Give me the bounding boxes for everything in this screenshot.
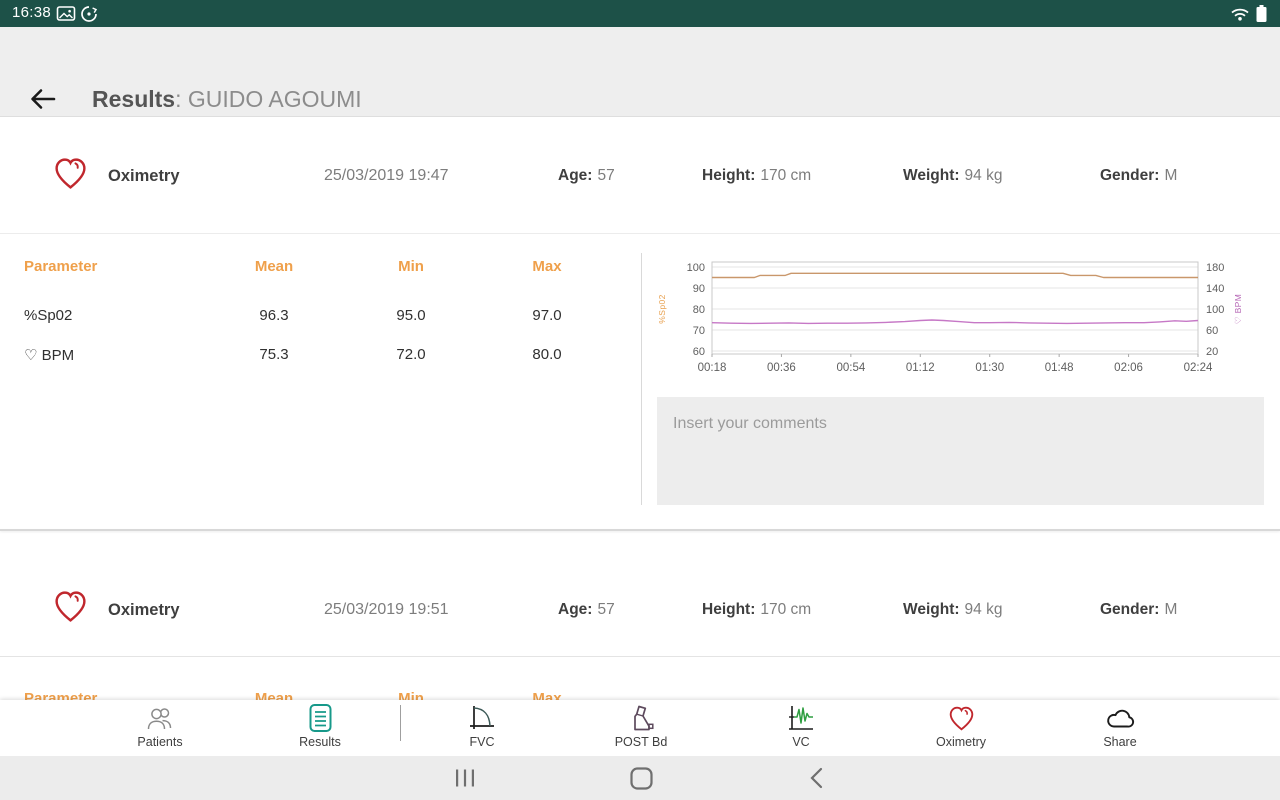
- svg-text:♡ BPM: ♡ BPM: [1233, 294, 1243, 324]
- page-title-results: Results: [92, 86, 175, 112]
- height-field: Height:170 cm: [702, 167, 811, 185]
- col-header-min: Min: [398, 258, 424, 275]
- svg-text:180: 180: [1206, 262, 1224, 274]
- svg-text:00:54: 00:54: [836, 362, 865, 374]
- test-type-label: Oximetry: [108, 601, 180, 620]
- svg-text:02:24: 02:24: [1184, 362, 1213, 374]
- svg-text:140: 140: [1206, 283, 1224, 295]
- svg-text:20: 20: [1206, 346, 1218, 358]
- nav-item-oximetry[interactable]: Oximetry: [901, 703, 1021, 749]
- back-icon[interactable]: [803, 765, 829, 791]
- heart-icon: [52, 589, 89, 629]
- status-time: 16:38: [12, 4, 51, 21]
- svg-text:100: 100: [1206, 304, 1224, 316]
- height-field: Height:170 cm: [702, 601, 811, 619]
- page-title: Results: GUIDO AGOUMI: [92, 86, 362, 113]
- mean-value: 96.3: [259, 307, 288, 324]
- nav-item-vc[interactable]: VC: [741, 703, 861, 749]
- bottom-nav: Patients Results FVC POST Bd VC Oximetry: [0, 700, 1280, 756]
- svg-text:%Sp02: %Sp02: [657, 294, 667, 323]
- test-datetime: 25/03/2019 19:47: [324, 167, 449, 185]
- svg-text:70: 70: [693, 325, 705, 337]
- status-bar: 16:38: [0, 0, 1280, 27]
- age-field: Age:57: [558, 167, 615, 185]
- app-header: Results: GUIDO AGOUMI: [0, 27, 1280, 117]
- nav-label: FVC: [470, 735, 495, 749]
- divider: [0, 656, 1280, 657]
- results-icon: [307, 703, 334, 733]
- nav-item-post-bd[interactable]: POST Bd: [581, 703, 701, 749]
- table-chart-divider: [641, 253, 642, 505]
- param-name: ♡ BPM: [24, 346, 74, 364]
- min-value: 72.0: [396, 346, 425, 363]
- nav-item-share[interactable]: Share: [1060, 703, 1180, 749]
- data-saver-icon: [80, 5, 98, 28]
- nav-divider: [400, 705, 401, 741]
- weight-field: Weight:94 kg: [903, 601, 1002, 619]
- svg-text:80: 80: [693, 304, 705, 316]
- svg-text:90: 90: [693, 283, 705, 295]
- col-header-mean: Mean: [255, 258, 293, 275]
- test-type-label: Oximetry: [108, 167, 180, 186]
- back-arrow-button[interactable]: [28, 84, 58, 114]
- svg-text:100: 100: [687, 262, 705, 274]
- nav-label: VC: [792, 735, 809, 749]
- heart-icon: [52, 156, 89, 196]
- recents-icon[interactable]: [452, 765, 478, 791]
- screenshot-icon: [56, 5, 76, 27]
- svg-text:01:30: 01:30: [975, 362, 1004, 374]
- comments-input[interactable]: [657, 397, 1264, 505]
- svg-text:01:12: 01:12: [906, 362, 935, 374]
- fvc-icon: [468, 703, 496, 733]
- svg-text:00:18: 00:18: [698, 362, 727, 374]
- col-header-parameter: Parameter: [24, 258, 97, 275]
- nav-item-patients[interactable]: Patients: [100, 703, 220, 749]
- patients-icon: [145, 703, 175, 733]
- android-nav-bar: [0, 756, 1280, 800]
- oximetry-heart-icon: [947, 703, 976, 733]
- param-name: %Sp02: [24, 307, 72, 324]
- nav-label: Share: [1103, 735, 1136, 749]
- divider: [0, 233, 1280, 234]
- max-value: 97.0: [532, 307, 561, 324]
- svg-text:00:36: 00:36: [767, 362, 796, 374]
- section-separator: [0, 529, 1280, 531]
- nav-item-results[interactable]: Results: [260, 703, 380, 749]
- page-title-patient: : GUIDO AGOUMI: [175, 86, 362, 112]
- weight-field: Weight:94 kg: [903, 167, 1002, 185]
- test-datetime: 25/03/2019 19:51: [324, 601, 449, 619]
- wifi-icon: [1230, 6, 1250, 27]
- mean-value: 75.3: [259, 346, 288, 363]
- gender-field: Gender:M: [1100, 167, 1177, 185]
- nav-label: Patients: [137, 735, 182, 749]
- post-bd-icon: [627, 703, 655, 733]
- gender-field: Gender:M: [1100, 601, 1177, 619]
- min-value: 95.0: [396, 307, 425, 324]
- svg-text:02:06: 02:06: [1114, 362, 1143, 374]
- max-value: 80.0: [532, 346, 561, 363]
- svg-text:60: 60: [693, 346, 705, 358]
- col-header-max: Max: [532, 258, 561, 275]
- nav-label: Oximetry: [936, 735, 986, 749]
- svg-text:01:48: 01:48: [1045, 362, 1074, 374]
- nav-label: Results: [299, 735, 341, 749]
- home-icon[interactable]: [628, 765, 654, 791]
- oximetry-chart: 100 90 80 70 60 180 140 100 60 20 00:18 00:36 00:54 0…: [655, 250, 1280, 382]
- vc-icon: [787, 703, 815, 733]
- svg-text:60: 60: [1206, 325, 1218, 337]
- nav-label: POST Bd: [615, 735, 668, 749]
- share-cloud-icon: [1105, 703, 1135, 733]
- battery-icon: [1255, 4, 1268, 28]
- age-field: Age:57: [558, 601, 615, 619]
- nav-item-fvc[interactable]: FVC: [422, 703, 542, 749]
